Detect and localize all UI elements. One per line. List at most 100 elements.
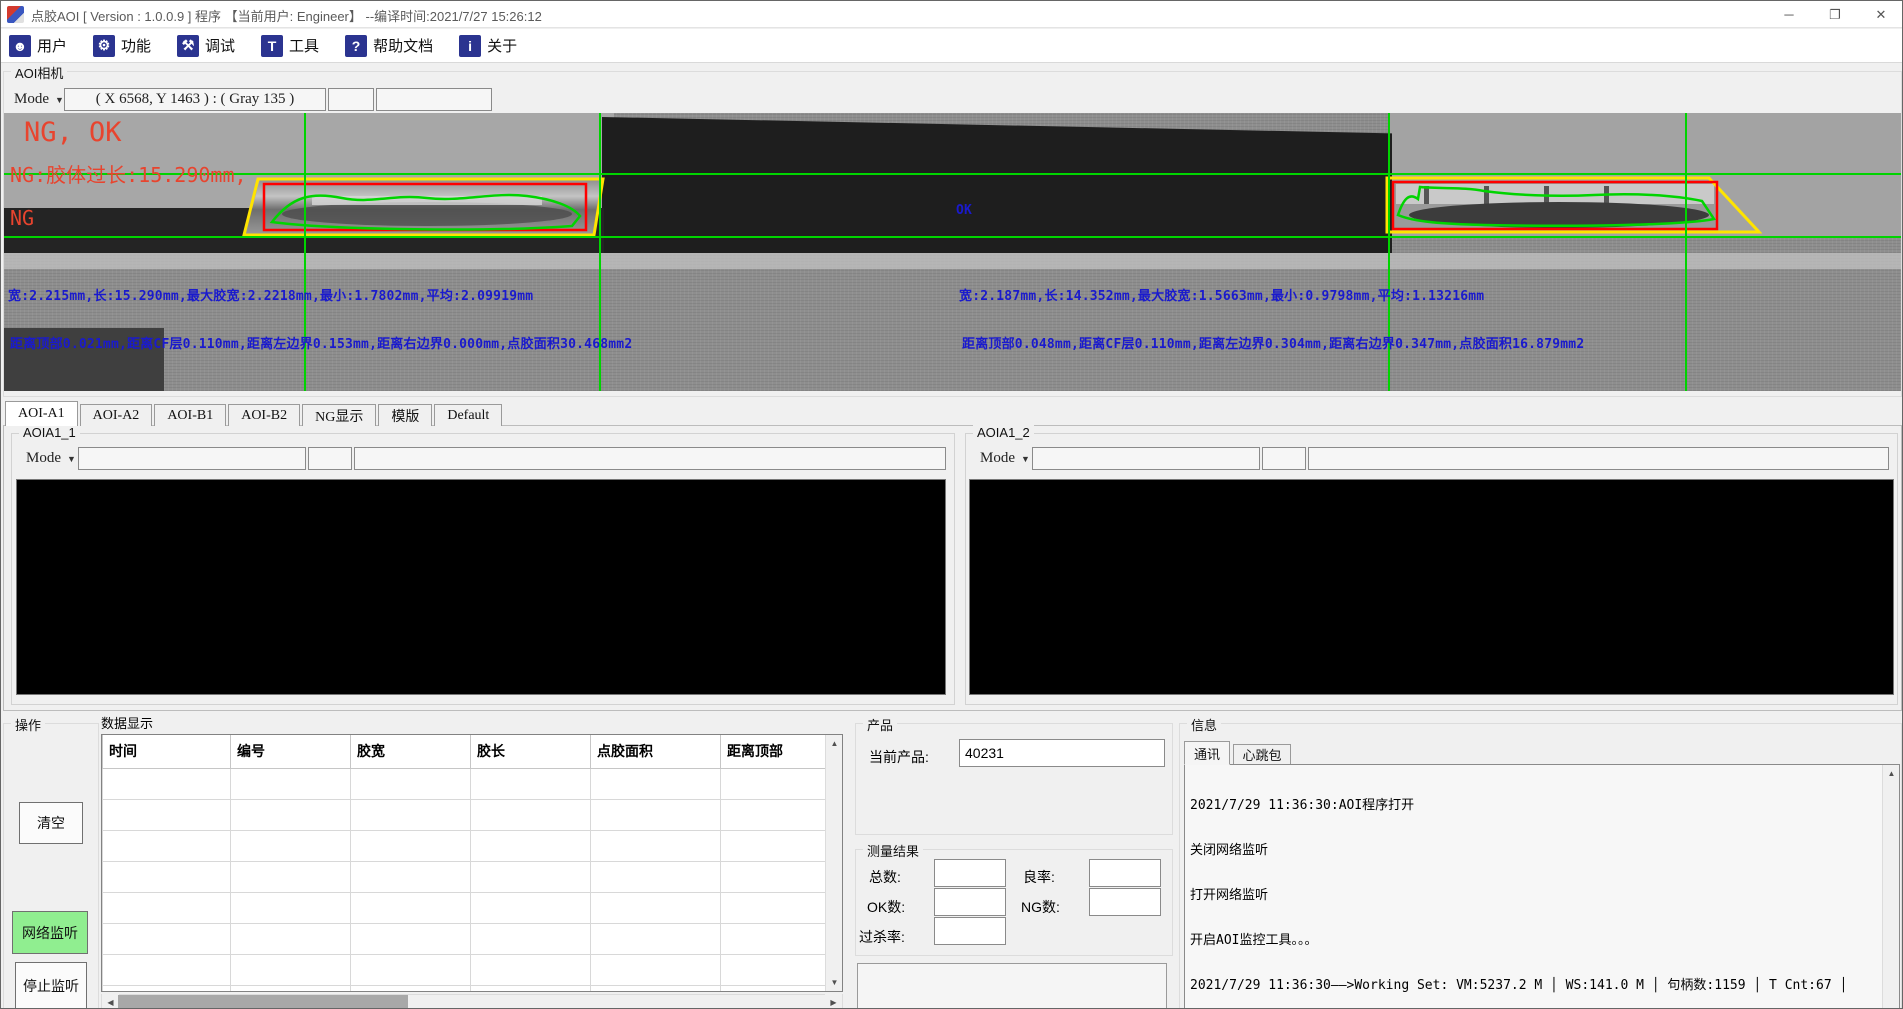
network-listen-button[interactable]: 网络监听: [12, 911, 88, 954]
table-header-row: 时间 编号 胶宽 胶长 点胶面积 距离顶部: [103, 735, 826, 768]
aoia1-2-field-2[interactable]: [1262, 447, 1306, 470]
ng-count-input[interactable]: [1089, 888, 1161, 916]
table-vertical-scrollbar[interactable]: ▲ ▼: [825, 735, 842, 991]
log-vertical-scrollbar[interactable]: ▲: [1882, 765, 1899, 1009]
toolbar-label: 关于: [487, 35, 517, 56]
data-table: 时间 编号 胶宽 胶长 点胶面积 距离顶部 ▲ ▼: [101, 734, 843, 992]
camera-coordinate-readout[interactable]: ( X 6568, Y 1463 ) : ( Gray 135 ): [64, 88, 326, 111]
yield-label: 良率:: [1023, 867, 1055, 887]
col-time[interactable]: 时间: [103, 735, 231, 768]
aoia1-1-field-2[interactable]: [308, 447, 352, 470]
log-line: 2021/7/29 11:36:30——>Working Set: VM:523…: [1190, 978, 1877, 993]
camera-field-3[interactable]: [376, 88, 492, 111]
table-row[interactable]: [103, 892, 826, 923]
left-component-overlay: [242, 176, 606, 238]
chevron-down-icon: ▼: [67, 454, 76, 464]
toolbar-item-about[interactable]: i 关于: [459, 35, 517, 57]
right-stats-line1: 宽:2.187mm,长:14.352mm,最大胶宽:1.5663mm,最小:0.…: [959, 285, 1484, 304]
ok-count-label: OK数:: [867, 897, 905, 917]
camera-mode-dropdown[interactable]: Mode ▼: [8, 88, 60, 111]
aoia1-1-field-1[interactable]: [78, 447, 306, 470]
photo-band: [602, 117, 1392, 253]
tab-aoi-a1[interactable]: AOI-A1: [5, 401, 78, 426]
ok-count-input[interactable]: [934, 888, 1006, 916]
overkill-input[interactable]: [934, 917, 1006, 945]
stop-listen-button[interactable]: 停止监听: [15, 962, 87, 1009]
table-row[interactable]: [103, 923, 826, 954]
toolbar-label: 用户: [37, 35, 67, 56]
scroll-left-icon[interactable]: ◀: [102, 994, 119, 1009]
info-tab-heartbeat[interactable]: 心跳包: [1233, 744, 1291, 765]
right-stats-line2: 距离顶部0.048mm,距离CF层0.110mm,距离左边界0.304mm,距离…: [962, 333, 1584, 352]
comm-log[interactable]: 2021/7/29 11:36:30:AOI程序打开 关闭网络监听 打开网络监听…: [1184, 764, 1900, 1009]
overkill-label: 过杀率:: [859, 927, 905, 947]
hscroll-thumb[interactable]: [118, 995, 408, 1009]
user-icon: ☻: [9, 35, 31, 57]
col-glue-width[interactable]: 胶宽: [351, 735, 471, 768]
aoia1-2-field-1[interactable]: [1032, 447, 1260, 470]
tab-default[interactable]: Default: [434, 404, 502, 426]
col-glue-area[interactable]: 点胶面积: [591, 735, 721, 768]
about-icon: i: [459, 35, 481, 57]
aoi-camera-group-label: AOI相机: [11, 63, 67, 82]
tools-icon: T: [261, 35, 283, 57]
table-row[interactable]: [103, 985, 826, 992]
camera-field-2[interactable]: [328, 88, 374, 111]
total-input[interactable]: [934, 859, 1006, 887]
toolbar-item-help[interactable]: ? 帮助文档: [345, 35, 433, 57]
scroll-down-icon[interactable]: ▼: [826, 974, 843, 991]
col-glue-length[interactable]: 胶长: [471, 735, 591, 768]
log-line: 2021/7/29 11:36:30:AOI程序打开: [1190, 798, 1877, 813]
chevron-down-icon: ▼: [55, 95, 64, 105]
tab-aoi-b2[interactable]: AOI-B2: [228, 404, 300, 426]
data-display-label: 数据显示: [101, 713, 153, 732]
aoia1-1-canvas[interactable]: [16, 479, 946, 695]
toolbar-item-function[interactable]: ⚙ 功能: [93, 35, 151, 57]
aoia1-2-mode-dropdown[interactable]: Mode ▼: [974, 447, 1026, 470]
toolbar-label: 调试: [205, 35, 235, 56]
info-tab-comm[interactable]: 通讯: [1184, 741, 1230, 765]
scroll-up-icon[interactable]: ▲: [826, 735, 843, 752]
green-hline: [4, 236, 1901, 238]
aoia1-1-mode-dropdown[interactable]: Mode ▼: [20, 447, 72, 470]
tab-aoi-a2[interactable]: AOI-A2: [80, 404, 153, 426]
tab-aoi-b1[interactable]: AOI-B1: [154, 404, 226, 426]
minimize-button[interactable]: ─: [1766, 1, 1812, 28]
camera-image[interactable]: NG, OK NG:胶体过长:15.290mm, NG OK 宽:2.215mm…: [4, 113, 1901, 391]
table-row[interactable]: [103, 861, 826, 892]
right-component-overlay: [1384, 175, 1762, 235]
ng-reason-text: NG:胶体过长:15.290mm,: [10, 159, 247, 188]
scroll-right-icon[interactable]: ▶: [825, 994, 842, 1009]
aoia1-1-field-3[interactable]: [354, 447, 946, 470]
selected-cell[interactable]: [103, 768, 231, 799]
toolbar-label: 功能: [121, 35, 151, 56]
aoia1-2-field-3[interactable]: [1308, 447, 1889, 470]
operation-group-label: 操作: [11, 715, 45, 734]
table-row[interactable]: [103, 954, 826, 985]
aoia1-2-label: AOIA1_2: [973, 425, 1034, 440]
app-window: 点胶AOI [ Version : 1.0.0.9 ] 程序 【当前用户: En…: [0, 0, 1903, 1009]
current-product-label: 当前产品:: [869, 747, 929, 767]
clear-button[interactable]: 清空: [19, 802, 83, 844]
toolbar-item-debug[interactable]: ⚒ 调试: [177, 35, 235, 57]
green-vline: [1685, 113, 1687, 391]
table-row[interactable]: [103, 768, 826, 799]
scroll-up-icon[interactable]: ▲: [1883, 765, 1900, 782]
maximize-button[interactable]: ❐: [1812, 1, 1858, 28]
tab-template[interactable]: 模版: [378, 404, 432, 426]
table-row[interactable]: [103, 799, 826, 830]
log-line: 关闭网络监听: [1190, 843, 1877, 858]
table-horizontal-scrollbar[interactable]: ◀ ▶: [101, 994, 843, 1009]
toolbar-item-user[interactable]: ☻ 用户: [9, 35, 67, 57]
col-id[interactable]: 编号: [231, 735, 351, 768]
tab-ng-display[interactable]: NG显示: [302, 404, 376, 426]
close-button[interactable]: ✕: [1858, 1, 1903, 28]
yield-input[interactable]: [1089, 859, 1161, 887]
aoia1-2-canvas[interactable]: [969, 479, 1894, 695]
col-distance-top[interactable]: 距离顶部: [721, 735, 826, 768]
current-product-input[interactable]: 40231: [959, 739, 1165, 767]
left-stats-line2: 距离顶部0.021mm,距离CF层0.110mm,距离左边界0.153mm,距离…: [10, 333, 632, 352]
table-row[interactable]: [103, 830, 826, 861]
chevron-down-icon: ▼: [1021, 454, 1030, 464]
toolbar-item-tools[interactable]: T 工具: [261, 35, 319, 57]
